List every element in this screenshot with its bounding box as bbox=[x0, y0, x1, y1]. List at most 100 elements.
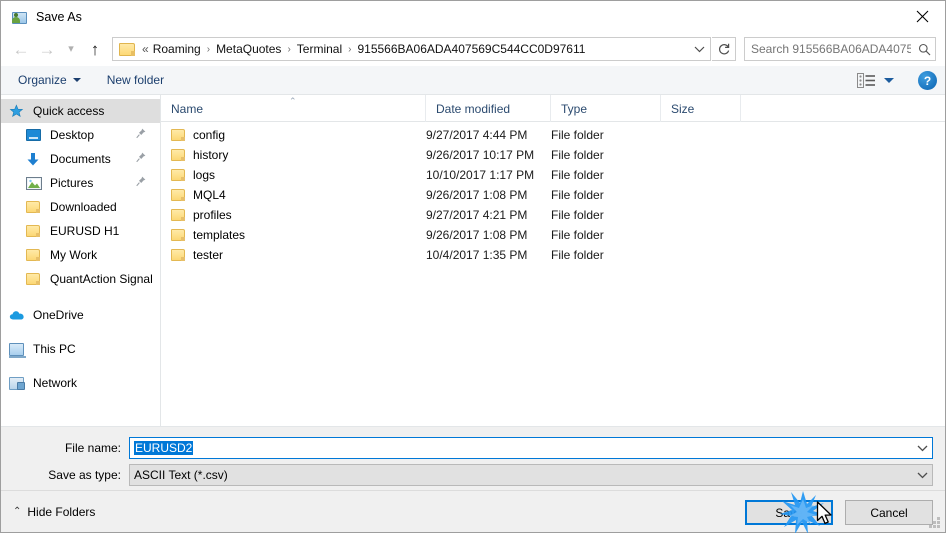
sidebar-item-label: OneDrive bbox=[33, 308, 84, 322]
table-row[interactable]: templates 9/26/2017 1:08 PM File folder bbox=[161, 225, 945, 245]
sidebar-item-my-work[interactable]: My Work bbox=[1, 243, 160, 267]
search-input[interactable] bbox=[745, 41, 913, 57]
breadcrumb-separator[interactable]: › bbox=[204, 44, 213, 55]
column-header-filler bbox=[741, 95, 945, 122]
sidebar-item-label: Downloaded bbox=[50, 200, 117, 214]
save-as-type-value: ASCII Text (*.csv) bbox=[134, 468, 228, 482]
pin-icon[interactable] bbox=[136, 152, 146, 166]
help-button[interactable]: ? bbox=[918, 71, 937, 90]
hide-folders-button[interactable]: ⌃ Hide Folders bbox=[13, 505, 95, 519]
this-pc-icon bbox=[9, 341, 27, 358]
file-name-cell: profiles bbox=[161, 208, 426, 222]
breadcrumb-separator[interactable]: › bbox=[345, 44, 354, 55]
sidebar-item-this-pc[interactable]: This PC bbox=[1, 337, 160, 361]
folder-icon bbox=[171, 249, 185, 261]
file-name-cell: templates bbox=[161, 228, 426, 242]
breadcrumb-separator[interactable]: › bbox=[284, 44, 293, 55]
file-name-cell: history bbox=[161, 148, 426, 162]
address-dropdown-button[interactable] bbox=[688, 38, 710, 60]
organize-button[interactable]: Organize bbox=[18, 73, 81, 87]
recent-locations-button[interactable]: ▾ bbox=[60, 36, 82, 62]
file-name-cell: tester bbox=[161, 248, 426, 262]
folder-icon bbox=[26, 199, 44, 215]
column-header-label: Date modified bbox=[436, 101, 511, 116]
table-row[interactable]: logs 10/10/2017 1:17 PM File folder bbox=[161, 165, 945, 185]
dialog-body: Quick access Desktop Documents Pictures … bbox=[1, 95, 945, 427]
folder-icon bbox=[171, 229, 185, 241]
file-name-label: history bbox=[193, 148, 229, 162]
sidebar-item-downloaded[interactable]: Downloaded bbox=[1, 195, 160, 219]
save-as-type-label: Save as type: bbox=[48, 468, 121, 482]
onedrive-cloud-icon bbox=[9, 307, 27, 323]
sidebar-item-quantaction-signal[interactable]: QuantAction Signal bbox=[1, 267, 160, 291]
column-header-label: Size bbox=[671, 101, 695, 116]
back-arrow-icon: ← bbox=[12, 39, 30, 59]
close-button[interactable] bbox=[899, 1, 945, 31]
navigation-bar: ← → ▾ ↑ « Roaming › MetaQuotes › Termina… bbox=[1, 32, 945, 66]
file-name-combo[interactable]: EURUSD2 bbox=[129, 437, 933, 459]
table-row[interactable]: history 9/26/2017 10:17 PM File folder bbox=[161, 145, 945, 165]
help-label: ? bbox=[923, 73, 932, 88]
column-header-date-modified[interactable]: Date modified bbox=[426, 95, 551, 122]
save-as-type-dropdown-button[interactable] bbox=[912, 472, 932, 479]
chevron-down-icon bbox=[694, 46, 704, 52]
refresh-button[interactable] bbox=[712, 37, 736, 61]
column-header-name[interactable]: Name ⌃ bbox=[161, 95, 426, 122]
sidebar-item-label: Desktop bbox=[50, 128, 95, 142]
close-icon bbox=[916, 10, 928, 22]
file-name-label: templates bbox=[193, 228, 246, 242]
breadcrumb-overflow[interactable]: « bbox=[141, 42, 150, 56]
breadcrumb-item-terminal[interactable]: Terminal bbox=[294, 42, 345, 56]
table-row[interactable]: profiles 9/27/2017 4:21 PM File folder bbox=[161, 205, 945, 225]
table-row[interactable]: MQL4 9/26/2017 1:08 PM File folder bbox=[161, 185, 945, 205]
file-type-cell: File folder bbox=[551, 168, 604, 182]
file-name-dropdown-button[interactable] bbox=[912, 445, 932, 452]
address-bar[interactable]: « Roaming › MetaQuotes › Terminal › 9155… bbox=[112, 37, 711, 61]
save-as-dialog: Save As ← → ▾ ↑ « Roaming › MetaQuotes ›… bbox=[0, 0, 946, 533]
save-as-type-combo[interactable]: ASCII Text (*.csv) bbox=[129, 464, 933, 486]
sidebar-item-documents[interactable]: Documents bbox=[1, 147, 160, 171]
search-icon bbox=[913, 43, 935, 56]
navigation-pane: Quick access Desktop Documents Pictures … bbox=[1, 95, 161, 426]
sort-ascending-icon: ⌃ bbox=[289, 96, 297, 106]
command-bar: Organize New folder ? bbox=[1, 66, 945, 95]
file-name-cell: config bbox=[161, 128, 426, 142]
column-header-size[interactable]: Size bbox=[661, 95, 741, 122]
pin-icon[interactable] bbox=[136, 176, 146, 190]
file-date-cell: 9/27/2017 4:44 PM bbox=[426, 128, 528, 142]
sidebar-item-desktop[interactable]: Desktop bbox=[1, 123, 160, 147]
table-row[interactable]: tester 10/4/2017 1:35 PM File folder bbox=[161, 245, 945, 265]
breadcrumb-item-terminal-id[interactable]: 915566BA06ADA407569C544CC0D97611 bbox=[354, 42, 588, 56]
folder-icon bbox=[119, 42, 135, 56]
new-folder-button[interactable]: New folder bbox=[107, 73, 164, 87]
change-view-button[interactable] bbox=[857, 73, 894, 88]
file-name-row: File name: EURUSD2 bbox=[1, 436, 945, 460]
desktop-monitor-icon bbox=[26, 127, 44, 143]
window-title: Save As bbox=[36, 9, 82, 24]
sidebar-item-onedrive[interactable]: OneDrive bbox=[1, 303, 160, 327]
sidebar-item-label: EURUSD H1 bbox=[50, 224, 120, 238]
search-box[interactable] bbox=[744, 37, 936, 61]
column-header-label: Type bbox=[561, 101, 588, 116]
cancel-button[interactable]: Cancel bbox=[845, 500, 933, 525]
forward-button[interactable]: → bbox=[34, 36, 60, 62]
table-row[interactable]: config 9/27/2017 4:44 PM File folder bbox=[161, 125, 945, 145]
sidebar-item-label: Network bbox=[33, 376, 78, 390]
sidebar-item-pictures[interactable]: Pictures bbox=[1, 171, 160, 195]
breadcrumb: « Roaming › MetaQuotes › Terminal › 9155… bbox=[141, 42, 688, 56]
pin-icon[interactable] bbox=[136, 128, 146, 142]
sidebar-item-label: Documents bbox=[50, 152, 111, 166]
file-rows: config 9/27/2017 4:44 PM File folder his… bbox=[161, 122, 945, 426]
sidebar-item-quick-access[interactable]: Quick access bbox=[1, 99, 160, 123]
up-button[interactable]: ↑ bbox=[82, 36, 108, 62]
column-header-type[interactable]: Type bbox=[551, 95, 661, 122]
breadcrumb-item-roaming[interactable]: Roaming bbox=[150, 42, 204, 56]
save-button[interactable]: Save bbox=[745, 500, 833, 525]
breadcrumb-item-metaquotes[interactable]: MetaQuotes bbox=[213, 42, 284, 56]
organize-label: Organize bbox=[18, 73, 67, 87]
sidebar-item-network[interactable]: Network bbox=[1, 371, 160, 395]
sidebar-item-eurusd-h1[interactable]: EURUSD H1 bbox=[1, 219, 160, 243]
resize-grip-icon[interactable] bbox=[929, 517, 941, 529]
file-name-input[interactable]: EURUSD2 bbox=[130, 441, 912, 455]
back-button[interactable]: ← bbox=[8, 36, 34, 62]
